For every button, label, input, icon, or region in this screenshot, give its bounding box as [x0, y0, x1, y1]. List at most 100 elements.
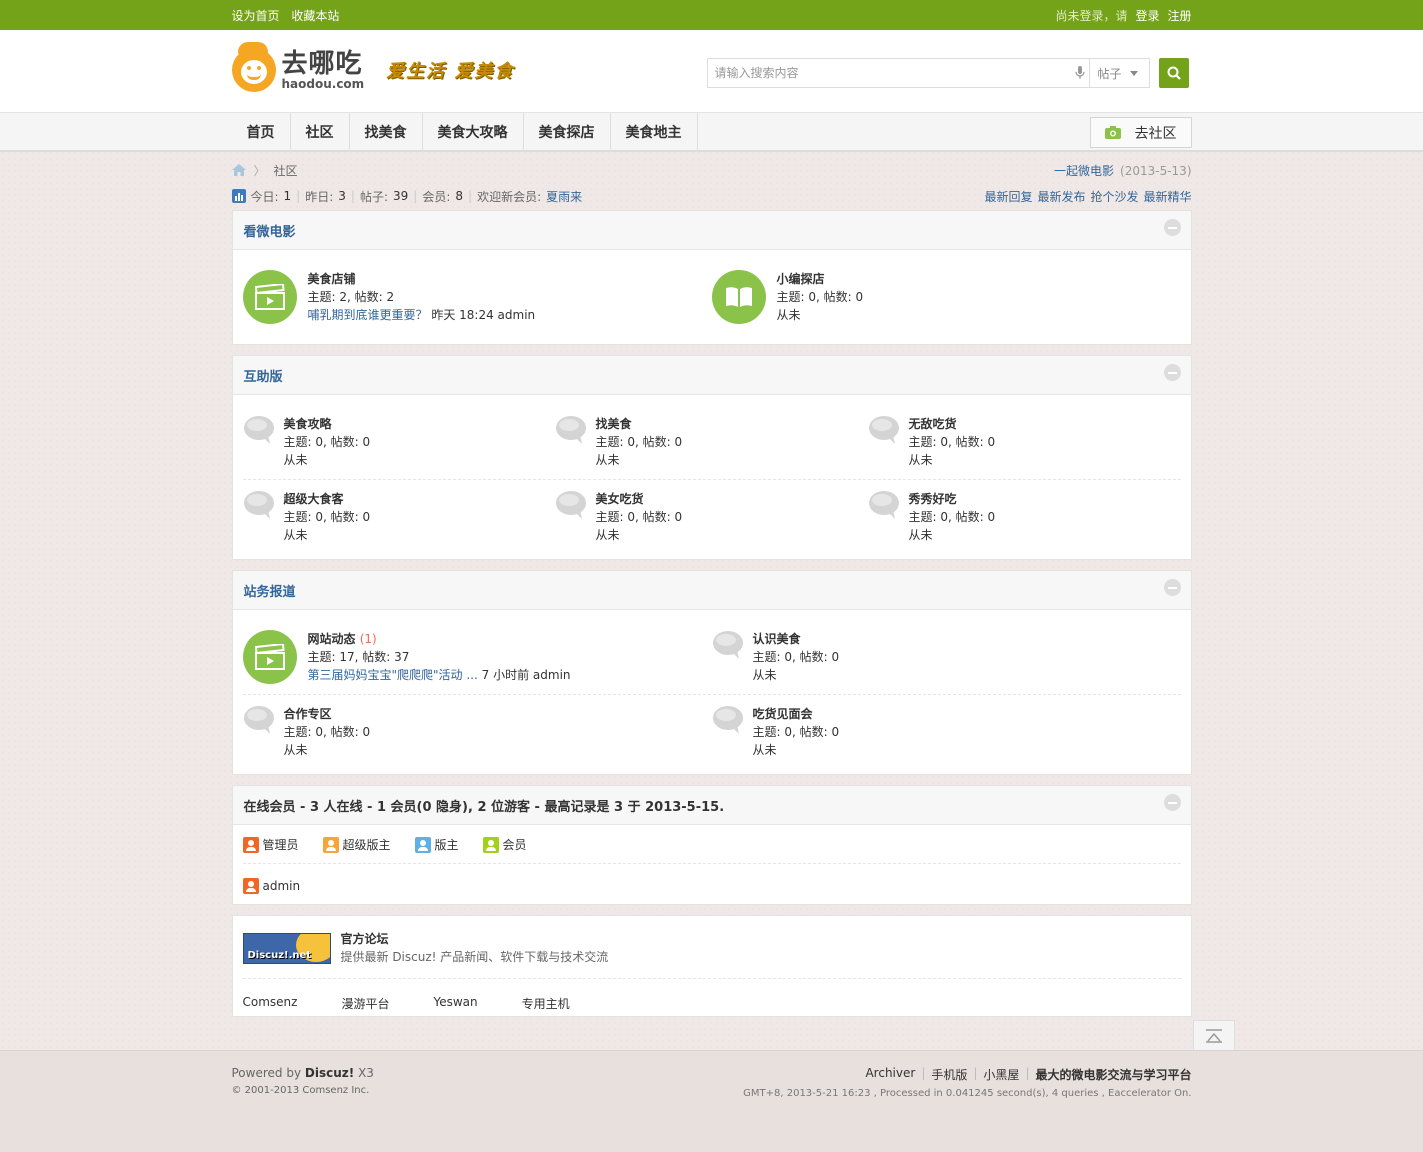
forum-name[interactable]: 美女吃货 [596, 490, 683, 508]
go-community-label: 去社区 [1134, 125, 1177, 142]
category-title[interactable]: 互助版 [244, 366, 283, 385]
online-summary[interactable]: 在线会员 - 3 人在线 - 1 会员(0 隐身), 2 位游客 - 最高记录是… [244, 796, 725, 815]
forum-name[interactable]: 合作专区 [284, 705, 371, 723]
forum-stats: 今日: 1 | 昨日: 3 | 帖子: 39 | 会员: 8 | 欢迎新会员: 夏雨来 最… [231, 188, 1192, 205]
grab-sofa-link[interactable]: 抢个沙发 [1090, 188, 1138, 205]
category-title[interactable]: 站务报道 [244, 581, 296, 600]
nav-item-home[interactable]: 首页 [232, 113, 291, 151]
latest-replies-link[interactable]: 最新回复 [984, 188, 1032, 205]
forum-name[interactable]: 超级大食客 [284, 490, 371, 508]
search-button[interactable] [1158, 58, 1189, 88]
footer-link-blacklist[interactable]: 小黑屋 [983, 1066, 1019, 1083]
forum-meta: 主题: 0, 帖数: 0 [283, 435, 371, 449]
nav-item-find-food[interactable]: 找美食 [350, 113, 423, 151]
forum-name[interactable]: 网站动态 [308, 632, 356, 646]
site-slogan: 爱生活 爱美食 [386, 61, 515, 82]
friend-link-hosting[interactable]: 专用主机 [522, 995, 570, 1012]
nav-item-food-host[interactable]: 美食地主 [611, 113, 698, 151]
main-nav: 首页 社区 找美食 美食大攻略 美食探店 美食地主 去社区 [0, 112, 1423, 152]
forum-name[interactable]: 吃货见面会 [753, 705, 840, 723]
category-title[interactable]: 看微电影 [244, 221, 296, 240]
new-member-link[interactable]: 夏雨来 [546, 188, 582, 205]
friend-links: Discuz!.net 官方论坛 提供最新 Discuz! 产品新闻、软件下载与… [231, 915, 1192, 1017]
nav-item-food-guide[interactable]: 美食大攻略 [423, 113, 524, 151]
posts-label: 帖子: [359, 189, 389, 204]
footer-link-archiver[interactable]: Archiver [865, 1066, 915, 1083]
forum-name[interactable]: 无敌吃货 [909, 415, 996, 433]
posts-count: 39 [393, 189, 409, 203]
forum-meta: 主题: 0, 帖数: 0 [908, 510, 996, 524]
last-post-info: 从未 [283, 453, 308, 467]
discuz-logo-text: Discuz!.net [247, 950, 312, 961]
forum-name[interactable]: 认识美食 [753, 630, 840, 648]
back-to-top-button[interactable] [1193, 1020, 1235, 1052]
search-type-select[interactable]: 帖子 [1088, 59, 1149, 87]
discuz-logo[interactable]: Discuz!.net [242, 933, 331, 964]
forum-item[interactable]: 小编探店 主题: 0, 帖数: 0 从未 [711, 260, 1181, 334]
featured-forum-link[interactable]: 一起微电影 [1054, 164, 1114, 178]
search-input[interactable] [707, 59, 1071, 87]
home-icon[interactable] [231, 164, 246, 176]
search-type-label: 帖子 [1097, 66, 1122, 81]
friend-link-yeswan[interactable]: Yeswan [433, 995, 477, 1012]
nav-item-food-explore[interactable]: 美食探店 [524, 113, 611, 151]
arrow-up-icon [1206, 1029, 1222, 1043]
collapse-icon[interactable] [1163, 363, 1181, 381]
collapse-icon[interactable] [1163, 793, 1181, 811]
forum-item[interactable]: 超级大食客 主题: 0, 帖数: 0 从未 [243, 480, 555, 554]
forum-item[interactable]: 找美食 主题: 0, 帖数: 0 从未 [555, 405, 868, 479]
admin-user-icon [242, 878, 259, 894]
forum-name[interactable]: 美食攻略 [284, 415, 371, 433]
discuz-link[interactable]: Discuz! [305, 1066, 354, 1080]
last-post-info: 从未 [752, 668, 777, 682]
official-forum-link[interactable]: 官方论坛 [341, 930, 609, 948]
go-community-button[interactable]: 去社区 [1089, 117, 1192, 148]
last-post-link[interactable]: 哺乳期到底谁更重要？ [308, 308, 428, 322]
forum-item[interactable]: 网站动态 (1) 主题: 17, 帖数: 37 第三届妈妈宝宝"爬爬爬"活动 .… [242, 620, 712, 694]
speech-bubble-icon [243, 490, 275, 520]
mod-user-icon [414, 836, 431, 853]
forum-name[interactable]: 找美食 [596, 415, 683, 433]
forum-name[interactable]: 秀秀好吃 [909, 490, 996, 508]
site-logo[interactable]: 去哪吃 haodou.com 爱生活 爱美食 [231, 42, 515, 92]
legend-member: 会员 [502, 838, 527, 852]
forum-item[interactable]: 认识美食 主题: 0, 帖数: 0 从未 [712, 620, 1181, 694]
collapse-icon[interactable] [1163, 578, 1181, 596]
forum-meta: 主题: 17, 帖数: 37 [307, 650, 410, 664]
yesterday-count: 3 [338, 189, 346, 203]
forum-item[interactable]: 美女吃货 主题: 0, 帖数: 0 从未 [555, 480, 868, 554]
welcome-label: 欢迎新会员: [477, 189, 542, 204]
forum-item[interactable]: 合作专区 主题: 0, 帖数: 0 从未 [243, 695, 712, 769]
nav-item-community[interactable]: 社区 [291, 113, 350, 151]
member-user-icon [482, 836, 499, 853]
top-bar: 设为首页 收藏本站 尚未登录，请 登录 注册 [0, 0, 1423, 30]
forum-item[interactable]: 无敌吃货 主题: 0, 帖数: 0 从未 [868, 405, 1181, 479]
film-clapper-icon [242, 630, 297, 684]
register-link[interactable]: 注册 [1167, 7, 1191, 24]
forum-name[interactable]: 小编探店 [777, 270, 864, 288]
friend-link-comsenz[interactable]: Comsenz [243, 995, 298, 1012]
camera-icon [1104, 126, 1121, 139]
forum-item[interactable]: 秀秀好吃 主题: 0, 帖数: 0 从未 [868, 480, 1181, 554]
friend-link-manyou[interactable]: 漫游平台 [341, 995, 389, 1012]
discuz-version: X3 [358, 1066, 374, 1080]
microphone-icon[interactable] [1071, 59, 1089, 87]
latest-digest-link[interactable]: 最新精华 [1143, 188, 1191, 205]
collapse-icon[interactable] [1163, 218, 1181, 236]
last-post-link[interactable]: 第三届妈妈宝宝"爬爬爬"活动 ... [308, 668, 478, 682]
online-username[interactable]: admin [263, 879, 301, 893]
footer-link-mobile[interactable]: 手机版 [931, 1066, 967, 1083]
forum-item[interactable]: 吃货见面会 主题: 0, 帖数: 0 从未 [712, 695, 1181, 769]
bookmark-link[interactable]: 收藏本站 [291, 9, 339, 23]
last-post-info: 从未 [776, 308, 801, 322]
set-homepage-link[interactable]: 设为首页 [232, 9, 280, 23]
footer-tagline[interactable]: 最大的微电影交流与学习平台 [1035, 1066, 1191, 1083]
main-content: 〉 社区 一起微电影 (2013-5-13) 今日: 1 | 昨日: 3 | 帖子: 3… [231, 152, 1192, 1017]
forum-item[interactable]: 美食攻略 主题: 0, 帖数: 0 从未 [243, 405, 555, 479]
forum-name[interactable]: 美食店铺 [308, 270, 536, 288]
online-user[interactable]: admin [242, 864, 1181, 898]
forum-item[interactable]: 美食店铺 主题: 2, 帖数: 2 哺乳期到底谁更重要？ 昨天 18:24 ad… [242, 260, 712, 334]
speech-bubble-icon [243, 705, 275, 735]
latest-posts-link[interactable]: 最新发布 [1037, 188, 1085, 205]
login-link[interactable]: 登录 [1135, 7, 1159, 24]
